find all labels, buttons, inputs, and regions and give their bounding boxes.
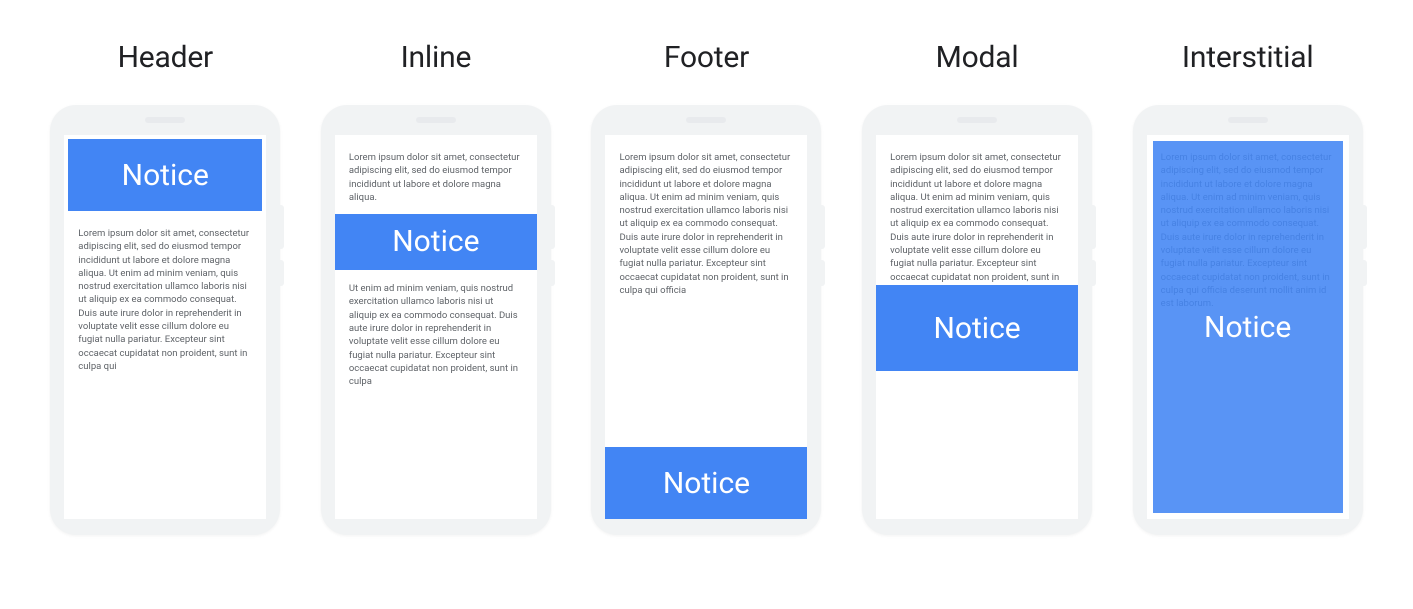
phone-side-button-2: [1363, 260, 1367, 286]
example-title-modal: Modal: [936, 40, 1019, 75]
phone-screen: Lorem ipsum dolor sit amet, consectetur …: [335, 135, 537, 519]
body-text: Lorem ipsum dolor sit amet, consectetur …: [605, 135, 807, 387]
phone-side-button-2: [551, 260, 555, 286]
lorem-paragraph: Lorem ipsum dolor sit amet, consectetur …: [619, 151, 793, 297]
example-title-footer: Footer: [664, 40, 749, 75]
notice-banner-modal: Notice: [876, 285, 1078, 371]
example-title-header: Header: [118, 40, 213, 75]
phone-side-button: [1092, 205, 1096, 249]
phone-side-button: [280, 205, 284, 249]
phone-side-button: [821, 205, 825, 249]
phone-side-button-2: [1092, 260, 1096, 286]
phone-screen: Lorem ipsum dolor sit amet, consectetur …: [605, 135, 807, 519]
phone-mockup: Notice Lorem ipsum dolor sit amet, conse…: [50, 105, 280, 535]
phone-mockup: Lorem ipsum dolor sit amet, consectetur …: [591, 105, 821, 535]
lorem-paragraph: Lorem ipsum dolor sit amet, consectetur …: [78, 227, 252, 373]
phone-screen: Lorem ipsum dolor sit amet, consectetur …: [876, 135, 1078, 519]
lorem-paragraph-2: Ut enim ad minim veniam, quis nostrud ex…: [349, 282, 523, 388]
phone-side-button: [1363, 205, 1367, 249]
example-modal: Modal Lorem ipsum dolor sit amet, consec…: [852, 40, 1102, 535]
phone-side-button-2: [280, 260, 284, 286]
notice-banner-header: Notice: [68, 139, 262, 211]
phone-screen: Lorem ipsum dolor sit amet, consectetur …: [1147, 135, 1349, 519]
example-title-inline: Inline: [401, 40, 472, 75]
lorem-paragraph-1: Lorem ipsum dolor sit amet, consectetur …: [349, 151, 523, 204]
phone-screen: Notice Lorem ipsum dolor sit amet, conse…: [64, 135, 266, 519]
notice-banner-interstitial: Notice: [1153, 141, 1343, 513]
notice-banner-inline: Notice: [335, 214, 537, 270]
notice-banner-footer: Notice: [605, 447, 807, 519]
example-footer: Footer Lorem ipsum dolor sit amet, conse…: [581, 40, 831, 535]
phone-side-button: [551, 205, 555, 249]
body-text: Lorem ipsum dolor sit amet, consectetur …: [335, 135, 537, 389]
phone-side-button-2: [821, 260, 825, 286]
example-header: Header Notice Lorem ipsum dolor sit amet…: [40, 40, 290, 535]
phone-mockup: Lorem ipsum dolor sit amet, consectetur …: [1133, 105, 1363, 535]
example-title-interstitial: Interstitial: [1182, 40, 1314, 75]
example-interstitial: Interstitial Lorem ipsum dolor sit amet,…: [1123, 40, 1373, 535]
phone-mockup: Lorem ipsum dolor sit amet, consectetur …: [862, 105, 1092, 535]
phone-mockup: Lorem ipsum dolor sit amet, consectetur …: [321, 105, 551, 535]
example-inline: Inline Lorem ipsum dolor sit amet, conse…: [311, 40, 561, 535]
